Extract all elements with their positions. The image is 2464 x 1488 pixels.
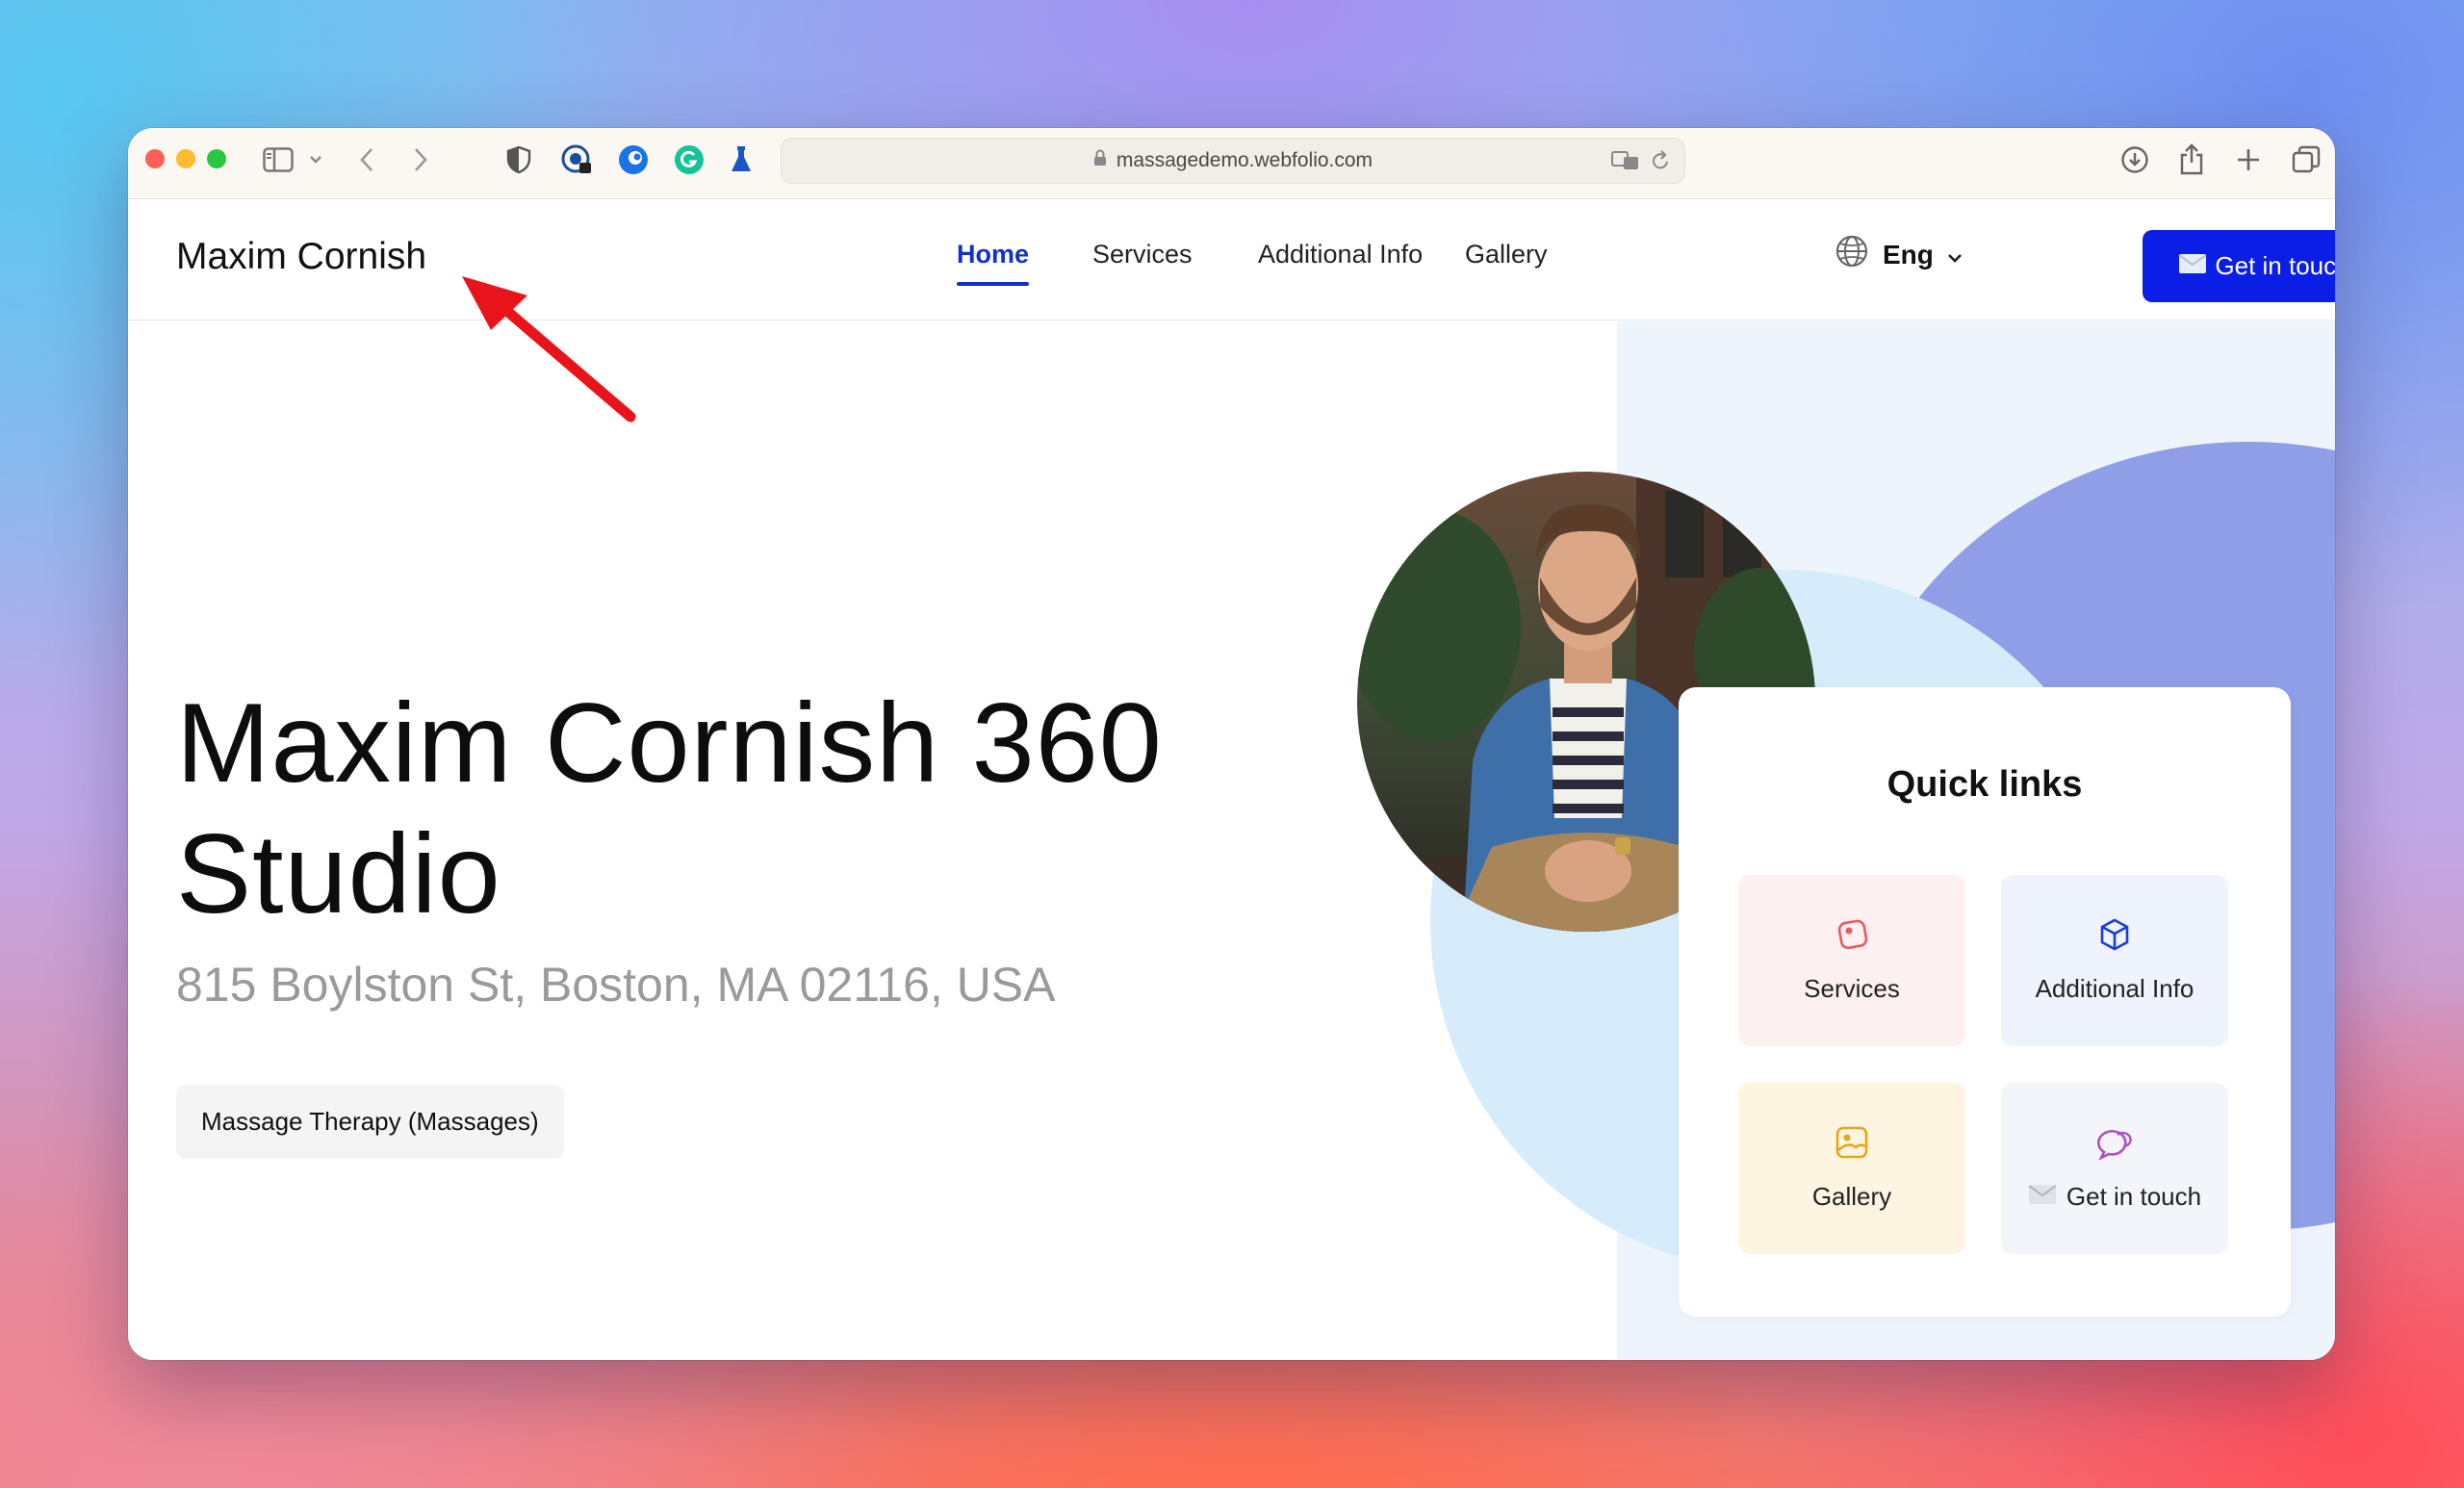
- minimize-window-button[interactable]: [176, 149, 195, 168]
- extension-icon[interactable]: [618, 144, 649, 175]
- nav-home[interactable]: Home: [957, 240, 1030, 286]
- chat-icon: [2096, 1125, 2133, 1167]
- language-label: Eng: [1883, 239, 1934, 269]
- brand-logo-text[interactable]: Maxim Cornish: [176, 236, 426, 278]
- gallery-icon: [1835, 1125, 1869, 1167]
- quick-link-services[interactable]: Services: [1738, 875, 1965, 1046]
- reload-icon[interactable]: [1652, 150, 1671, 177]
- grammarly-icon[interactable]: [674, 144, 705, 175]
- get-in-touch-button[interactable]: Get in touch: [2143, 230, 2335, 302]
- zoom-window-button[interactable]: [207, 149, 226, 168]
- nav-services[interactable]: Services: [1092, 240, 1193, 269]
- forward-icon[interactable]: [413, 144, 428, 175]
- close-window-button[interactable]: [145, 149, 165, 168]
- quick-links-card: Quick links Services Additional Info Gal…: [1679, 687, 2291, 1317]
- shield-icon[interactable]: [506, 144, 531, 175]
- chevron-down-icon: [1947, 240, 1963, 270]
- quick-link-get-in-touch-label: Get in touch: [2066, 1182, 2202, 1211]
- services-icon: [1835, 917, 1869, 959]
- quick-link-get-in-touch-row: Get in touch: [2028, 1182, 2201, 1212]
- quick-link-get-in-touch[interactable]: Get in touch: [2001, 1083, 2228, 1254]
- annotation-arrow-icon: [462, 276, 636, 423]
- cube-icon: [2097, 917, 2132, 959]
- hero-title-line2: Studio: [176, 810, 501, 936]
- share-icon[interactable]: [2178, 143, 2205, 175]
- hero-section: Maxim Cornish 360 Studio 815 Boylston St…: [128, 321, 2335, 1360]
- envelope-icon: [2178, 251, 2207, 281]
- quick-link-gallery[interactable]: Gallery: [1738, 1083, 1965, 1254]
- hero-title: Maxim Cornish 360 Studio: [176, 678, 1163, 939]
- nav-additional-info[interactable]: Additional Info: [1258, 240, 1423, 269]
- address-bar[interactable]: massagedemo.webfolio.com: [781, 138, 1685, 184]
- quick-link-services-label: Services: [1804, 974, 1900, 1003]
- category-tag: Massage Therapy (Massages): [176, 1085, 564, 1159]
- quick-link-additional-info[interactable]: Additional Info: [2001, 875, 2228, 1046]
- hero-address: 815 Boylston St, Boston, MA 02116, USA: [176, 958, 1056, 1012]
- lock-icon: [1093, 149, 1107, 172]
- browser-toolbar: massagedemo.webfolio.com: [128, 128, 2335, 199]
- url-text: massagedemo.webfolio.com: [1116, 149, 1373, 171]
- password-icon[interactable]: [560, 144, 593, 175]
- quick-link-additional-info-label: Additional Info: [2035, 974, 2194, 1003]
- quick-links-title: Quick links: [1886, 764, 2083, 805]
- sidebar-icon[interactable]: [263, 144, 294, 175]
- back-icon[interactable]: [359, 144, 374, 175]
- chevron-down-icon[interactable]: [309, 144, 322, 175]
- translate-icon[interactable]: [1611, 150, 1640, 177]
- envelope-icon: [2028, 1182, 2057, 1212]
- get-in-touch-label: Get in touch: [2215, 251, 2335, 280]
- new-tab-icon[interactable]: [2236, 144, 2261, 175]
- globe-icon: [1835, 234, 1869, 275]
- quick-link-gallery-label: Gallery: [1811, 1182, 1892, 1211]
- language-selector[interactable]: Eng: [1835, 234, 1963, 275]
- flask-icon[interactable]: [730, 144, 753, 175]
- nav-gallery[interactable]: Gallery: [1465, 240, 1548, 269]
- tabs-overview-icon[interactable]: [2292, 144, 2321, 175]
- hero-title-line1: Maxim Cornish 360: [176, 680, 1163, 806]
- download-icon[interactable]: [2120, 144, 2149, 175]
